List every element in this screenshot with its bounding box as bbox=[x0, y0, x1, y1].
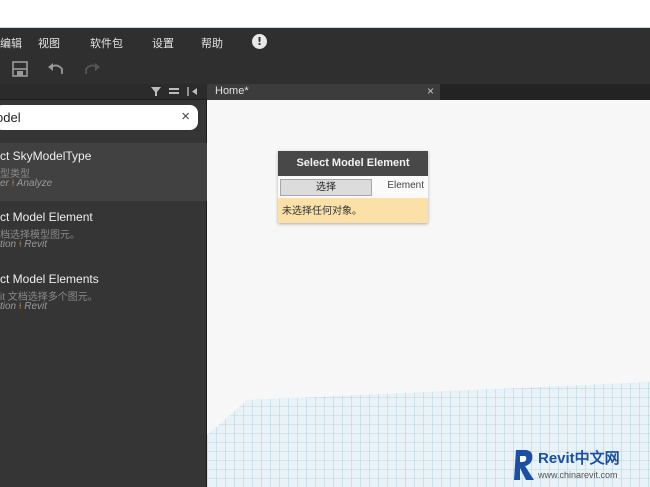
tab-home[interactable]: Home* × bbox=[207, 84, 440, 100]
select-model-element-node[interactable]: Select Model Element 选择 Element 未选择任何对象。 bbox=[278, 151, 428, 223]
workspace-tab-strip: Home* × bbox=[207, 84, 650, 100]
menu-help[interactable]: 帮助 bbox=[201, 35, 223, 51]
graph-canvas[interactable]: Select Model Element 选择 Element 未选择任何对象。 bbox=[207, 100, 650, 487]
select-button[interactable]: 选择 bbox=[280, 179, 372, 196]
output-port-element[interactable]: Element bbox=[387, 180, 424, 191]
result-category: tion ⟊ Revit bbox=[0, 301, 48, 312]
watermark-text: Revit中文网 bbox=[538, 450, 620, 467]
category-separator-icon: ⟊ bbox=[18, 301, 22, 312]
node-message: 未选择任何对象。 bbox=[278, 198, 428, 223]
search-result[interactable]: ct SkyModelType 型类型 er ⟊ Analyze bbox=[0, 143, 207, 201]
redo-icon[interactable] bbox=[82, 60, 102, 78]
undo-icon[interactable] bbox=[46, 60, 66, 78]
revit-logo-icon bbox=[514, 450, 534, 480]
filter-icon[interactable] bbox=[150, 86, 162, 100]
watermark: Revit中文网 www.chinarevit.com bbox=[512, 446, 650, 486]
menu-settings[interactable]: 设置 bbox=[152, 35, 174, 51]
search-result[interactable]: ct Model Elements it 文档选择多个图元。 tion ⟊ Re… bbox=[0, 266, 207, 324]
result-title: ct SkyModelType bbox=[0, 149, 92, 163]
search-box[interactable]: odel × bbox=[0, 105, 198, 130]
tab-label: Home* bbox=[215, 85, 249, 97]
close-tab-icon[interactable]: × bbox=[427, 84, 434, 98]
category-separator-icon: ⟊ bbox=[18, 239, 22, 250]
menu-packages[interactable]: 软件包 bbox=[90, 35, 123, 51]
clear-search-icon[interactable]: × bbox=[181, 108, 190, 125]
background-grid bbox=[207, 382, 650, 487]
watermark-url: www.chinarevit.com bbox=[538, 470, 618, 480]
search-result[interactable]: ct Model Element 档选择模型图元。 tion ⟊ Revit bbox=[0, 204, 207, 262]
node-title: Select Model Element bbox=[278, 151, 428, 176]
menu-edit[interactable]: 编辑 bbox=[0, 35, 22, 51]
node-body: 选择 Element bbox=[278, 176, 428, 198]
menu-view[interactable]: 视图 bbox=[38, 35, 60, 51]
result-category: er ⟊ Analyze bbox=[0, 178, 53, 189]
library-panel: odel × ct SkyModelType 型类型 er ⟊ Analyze … bbox=[0, 100, 207, 487]
toolbar bbox=[0, 54, 650, 84]
collapse-icon[interactable] bbox=[186, 86, 200, 100]
library-header bbox=[0, 84, 207, 100]
result-title: ct Model Elements bbox=[0, 272, 99, 286]
result-title: ct Model Element bbox=[0, 210, 93, 224]
search-input[interactable]: odel bbox=[0, 110, 21, 125]
info-icon[interactable]: ! bbox=[252, 34, 267, 49]
result-category: tion ⟊ Revit bbox=[0, 239, 48, 250]
category-separator-icon: ⟊ bbox=[11, 178, 15, 189]
window-top-strip bbox=[0, 0, 650, 28]
menu-bar: 编辑 视图 软件包 设置 帮助 ! bbox=[0, 28, 650, 54]
save-icon[interactable] bbox=[10, 60, 30, 78]
list-view-icon[interactable] bbox=[168, 86, 180, 100]
